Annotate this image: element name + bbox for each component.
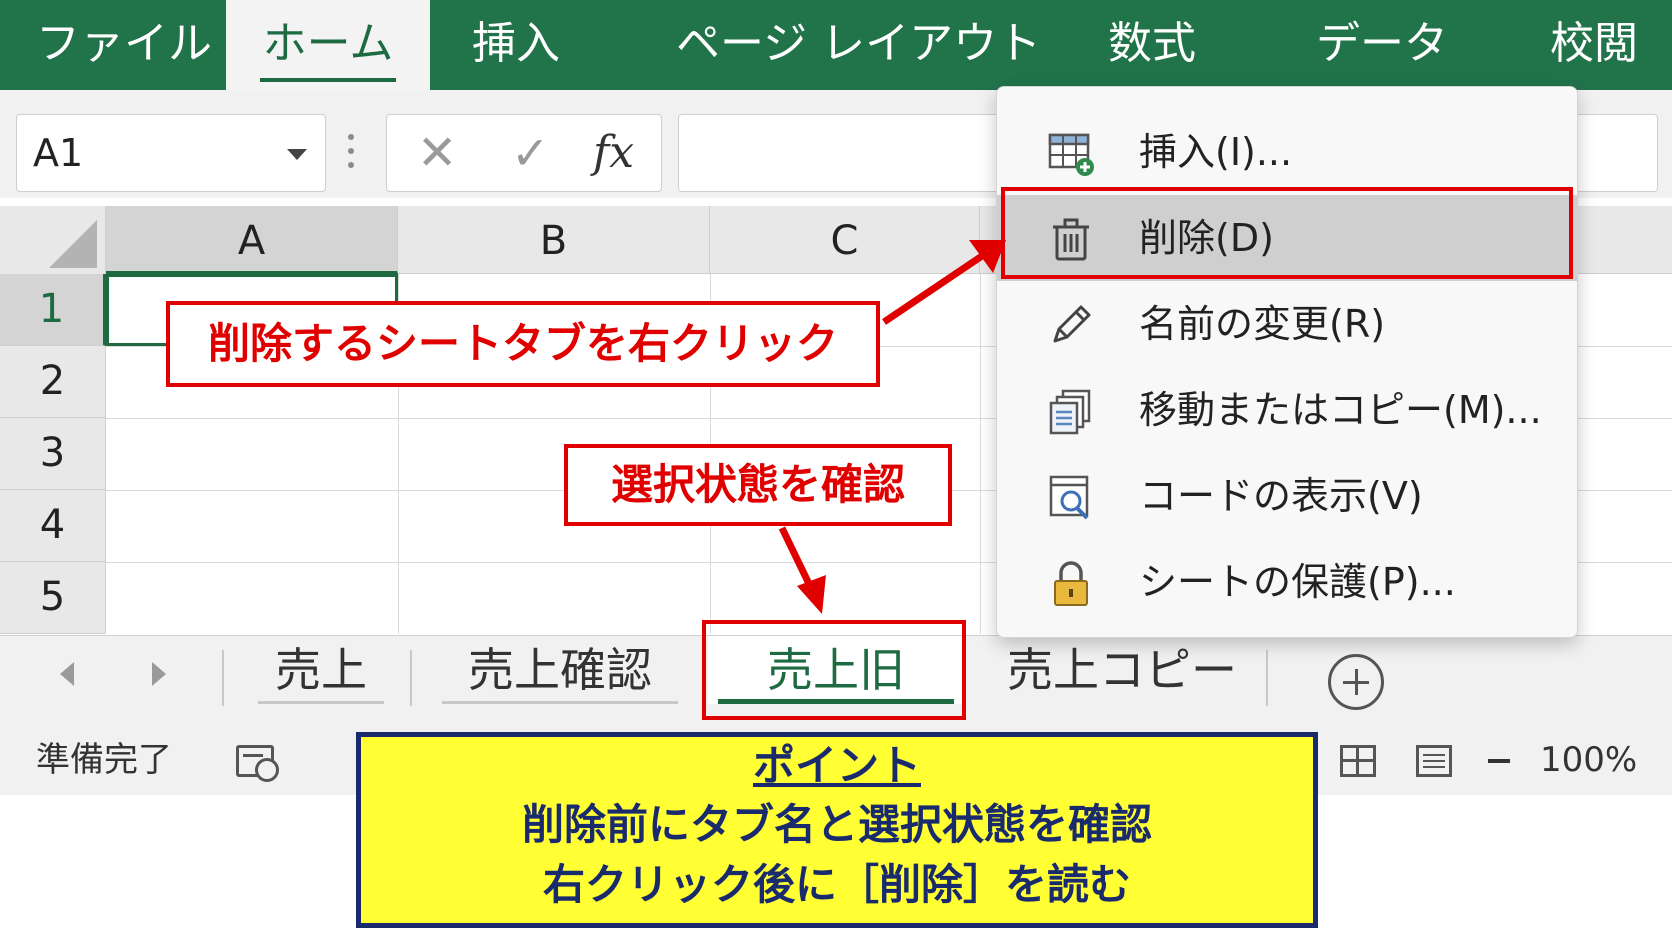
callout-check-selection: 選択状態を確認 bbox=[564, 444, 952, 526]
arrow-to-delete bbox=[882, 253, 984, 325]
arrow-to-tab bbox=[778, 526, 814, 588]
point-line-2: 右クリック後に［削除］を読む bbox=[542, 860, 1131, 909]
arrow-head-to-tab bbox=[797, 575, 826, 614]
callout-right-click: 削除するシートタブを右クリック bbox=[166, 301, 880, 387]
point-line-1: 削除前にタブ名と選択状態を確認 bbox=[521, 800, 1152, 849]
arrow-head-to-delete bbox=[969, 240, 1006, 273]
point-title: ポイント bbox=[752, 741, 921, 790]
point-box: ポイント 削除前にタブ名と選択状態を確認 右クリック後に［削除］を読む bbox=[356, 732, 1318, 928]
